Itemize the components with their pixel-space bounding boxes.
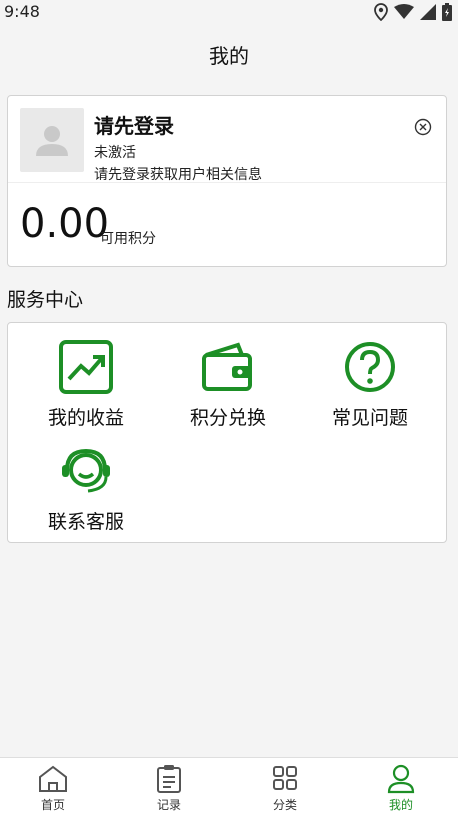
avatar[interactable] [20, 108, 84, 172]
service-faq[interactable]: 常见问题 [300, 339, 440, 430]
location-icon [374, 3, 388, 21]
default-avatar-icon [36, 126, 68, 156]
wifi-icon [394, 4, 414, 20]
grid-icon [273, 766, 297, 790]
service-grid: 我的收益 积分兑换 常见问题 联系客服 [7, 322, 447, 543]
login-prompt[interactable]: 请先登录 [94, 110, 174, 139]
service-points-exchange[interactable]: 积分兑换 [158, 339, 298, 430]
status-icons [374, 3, 452, 21]
service-customer-support[interactable]: 联系客服 [16, 443, 156, 534]
nav-label: 分类 [272, 798, 297, 812]
nav-item-category[interactable]: 分类 [255, 764, 315, 813]
wallet-icon [202, 342, 252, 391]
status-bar: 9:48 [0, 0, 458, 24]
nav-item-mine[interactable]: 我的 [371, 764, 431, 813]
nav-label: 记录 [156, 798, 181, 812]
points-value: 0.00 [20, 201, 110, 247]
close-icon[interactable] [414, 118, 432, 136]
login-hint: 请先登录获取用户相关信息 [94, 167, 262, 183]
service-label: 积分兑换 [189, 407, 266, 429]
section-title: 服务中心 [7, 289, 84, 311]
account-status: 未激活 [94, 145, 136, 161]
earnings-chart-icon [59, 340, 113, 394]
points-label: 可用积分 [100, 231, 156, 247]
clipboard-icon [157, 765, 181, 793]
status-time: 9:48 [4, 2, 40, 21]
signal-icon [420, 4, 436, 20]
nav-item-home[interactable]: 首页 [23, 764, 83, 813]
card-divider [8, 182, 446, 183]
headset-icon [62, 448, 110, 493]
bottom-nav: 首页 记录 分类 我的 [0, 757, 458, 821]
nav-label: 我的 [388, 798, 413, 812]
question-icon [345, 342, 395, 392]
page-title: 我的 [209, 44, 249, 68]
home-icon [39, 765, 67, 792]
nav-label: 首页 [40, 798, 65, 812]
nav-item-records[interactable]: 记录 [139, 764, 199, 813]
service-label: 我的收益 [47, 407, 124, 429]
service-label: 联系客服 [47, 511, 124, 533]
battery-icon [442, 3, 452, 21]
service-label: 常见问题 [331, 407, 408, 429]
service-earnings[interactable]: 我的收益 [16, 339, 156, 430]
profile-card[interactable]: 请先登录 未激活 请先登录获取用户相关信息 0.00 可用积分 [7, 95, 447, 267]
user-icon [387, 764, 415, 794]
